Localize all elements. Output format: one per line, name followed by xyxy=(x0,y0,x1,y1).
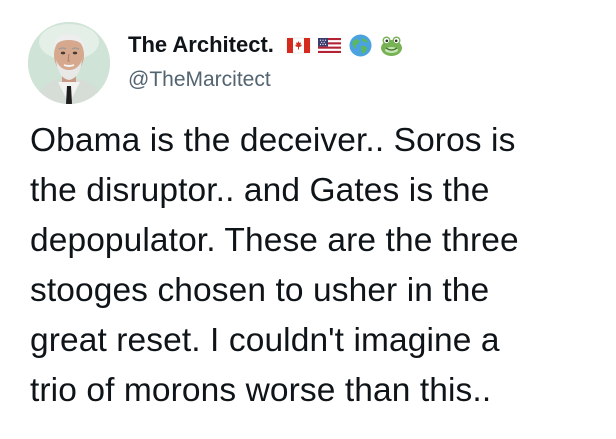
tweet-text-line: great reset. I couldn't imagine a xyxy=(30,322,500,359)
tweet-text-line: Obama is the deceiver.. Soros is xyxy=(30,122,516,159)
globe-icon xyxy=(348,33,373,58)
tweet-card: The Architect. @TheMarcitect Obama is th… xyxy=(0,0,616,439)
tweet-text-line: the disruptor.. and Gates is the xyxy=(30,172,490,209)
author-name-row: The Architect. xyxy=(128,30,404,60)
tweet-text-line: depopulator. These are the three xyxy=(30,222,519,259)
canada-flag-icon xyxy=(286,33,311,58)
tweet-text: Obama is the deceiver.. Soros is the dis… xyxy=(30,116,610,416)
tweet-text-line: stooges chosen to usher in the xyxy=(30,272,490,309)
avatar-image xyxy=(28,22,110,104)
avatar[interactable] xyxy=(28,22,110,104)
tweet-text-line: trio of morons worse than this.. xyxy=(30,372,492,409)
display-name[interactable]: The Architect. xyxy=(128,32,274,58)
author-handle[interactable]: @TheMarcitect xyxy=(128,68,271,92)
us-flag-icon xyxy=(317,33,342,58)
frog-icon xyxy=(379,33,404,58)
